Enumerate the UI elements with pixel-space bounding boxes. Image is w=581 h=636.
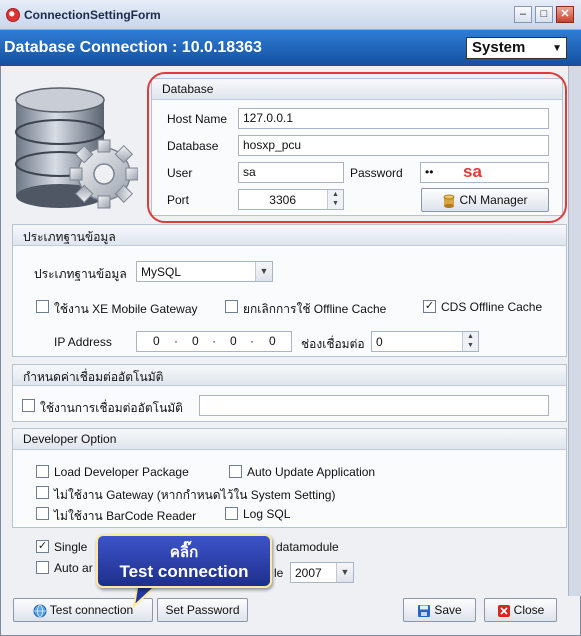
annotation-highlight-ring [147,72,567,223]
set-password-label: Set Password [165,603,240,617]
chevron-down-icon: ▼ [336,563,353,582]
autoconnect-label: ใช้งานการเชื่อมต่ออัตโนมัติ [40,401,183,415]
ip-octet-1: 0 [153,334,160,348]
load-developer-label: Load Developer Package [54,465,189,479]
autoconnect-group-title: กำหนดค่าเชื่อมต่ออัตโนมัติ [13,365,566,386]
maximize-button[interactable]: □ [535,6,553,23]
set-password-button[interactable]: Set Password [157,598,248,622]
single-label-end: datamodule [276,540,339,554]
channel-stepper[interactable]: 0 ▲ ▼ [371,331,479,352]
single-label-start: Single [54,540,88,554]
auto-label-start: Auto ar [54,561,93,575]
save-button[interactable]: Save [403,598,476,622]
window-title: ConnectionSettingForm [24,8,161,22]
log-sql-checkbox[interactable] [225,507,238,520]
floppy-disk-icon [418,604,431,617]
developer-group-title: Developer Option [13,429,566,450]
close-window-button[interactable]: ✕ [556,6,574,23]
ip-address-label: IP Address [54,335,112,349]
xe-gateway-label: ใช้งาน XE Mobile Gateway [54,302,198,316]
channel-value: 0 [376,335,383,349]
year-select-value: 2007 [295,566,322,580]
close-icon [497,604,510,617]
right-edge-strip [568,66,581,596]
dbtype-select[interactable]: MySQL ▼ [136,261,273,282]
header-title: Database Connection : 10.0.18363 [4,39,262,56]
no-barcode-checkbox[interactable] [36,507,49,520]
ip-octet-4: 0 [269,334,276,348]
cds-offline-cache-label: CDS Offline Cache [441,300,543,314]
callout-line-2: Test connection [119,562,249,581]
auto-update-checkbox[interactable] [229,465,242,478]
callout-line-1: คลิ๊ก [169,544,199,561]
minimize-button[interactable]: ‒ [514,6,532,23]
ip-octet-2: 0 [192,334,199,348]
auto-label-end: le [274,566,284,580]
no-barcode-label: ไม่ใช้งาน BarCode Reader [54,509,197,523]
no-gateway-label: ไม่ใช้งาน Gateway (หากกำหนดไว้ใน System … [54,488,336,502]
ip-octet-3: 0 [230,334,237,348]
database-gear-icon [15,87,138,209]
log-sql-label: Log SQL [243,507,291,521]
close-label: Close [513,603,545,617]
load-developer-checkbox[interactable] [36,465,49,478]
channel-stepper-arrows[interactable]: ▲ ▼ [462,332,478,351]
no-gateway-checkbox[interactable] [36,486,49,499]
xe-gateway-checkbox[interactable] [36,300,49,313]
close-button[interactable]: Close [484,598,557,622]
globe-icon [33,604,47,618]
autoconnect-checkbox[interactable] [22,399,35,412]
dbtype-select-value: MySQL [141,265,182,279]
auto-checkbox[interactable] [36,561,49,574]
cds-offline-cache-checkbox[interactable]: ✓ [423,300,436,313]
channel-label: ช่องเชื่อมต่อ [301,337,365,351]
theme-select-value: System [472,39,526,56]
year-select[interactable]: 2007 ▼ [290,562,354,583]
test-connection-label: Test connection [49,603,134,617]
ip-dot: · [250,334,254,348]
chevron-down-icon: ▼ [255,262,272,281]
app-icon [6,8,20,22]
ip-address-input[interactable]: 0 · 0 · 0 · 0 [136,331,292,352]
callout-annotation: คลิ๊ก Test connection [96,534,272,588]
chevron-down-icon: ▼ [552,43,562,54]
single-checkbox[interactable]: ✓ [36,540,49,553]
autoconnect-input[interactable] [199,395,549,416]
save-label: Save [434,603,462,617]
cancel-offline-cache-label: ยกเลิกการใช้ Offline Cache [243,302,387,316]
dbtype-group-title: ประเภทฐานข้อมูล [13,225,566,246]
ip-dot: · [212,334,216,348]
ip-dot: · [174,334,178,348]
auto-update-label: Auto Update Application [247,465,376,479]
dbtype-label: ประเภทฐานข้อมูล [34,267,127,281]
cancel-offline-cache-checkbox[interactable] [225,300,238,313]
theme-select[interactable]: System ▼ [466,37,567,59]
